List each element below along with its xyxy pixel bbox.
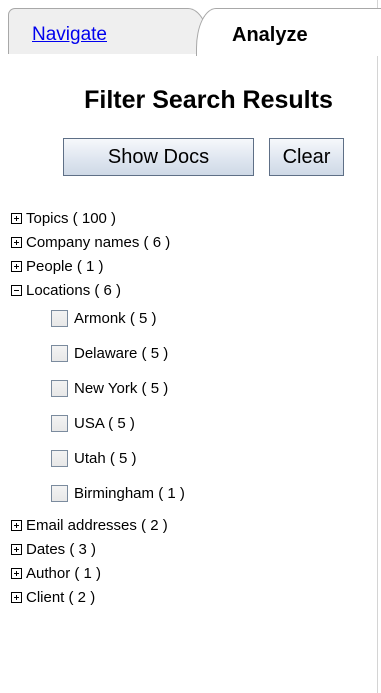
location-label: New York ( 5 ) xyxy=(74,380,169,397)
location-label: Birmingham ( 1 ) xyxy=(74,485,185,502)
location-label: Delaware ( 5 ) xyxy=(74,345,169,362)
checkbox[interactable] xyxy=(51,485,68,502)
tree-item-label: Email addresses ( 2 ) xyxy=(26,517,168,534)
clear-button[interactable]: Clear xyxy=(269,138,344,176)
tab-analyze[interactable]: Analyze xyxy=(196,8,381,56)
tab-analyze-label: Analyze xyxy=(232,24,308,46)
tree-item-label: Client ( 2 ) xyxy=(26,589,96,606)
tree-item-label: Topics ( 100 ) xyxy=(26,210,117,227)
expand-plus-icon[interactable] xyxy=(11,213,22,224)
expand-plus-icon[interactable] xyxy=(11,520,22,531)
tree-item-label: Company names ( 6 ) xyxy=(26,234,171,251)
expand-plus-icon[interactable] xyxy=(11,592,22,603)
checkbox[interactable] xyxy=(51,415,68,432)
expand-plus-icon[interactable] xyxy=(11,237,22,248)
checkbox[interactable] xyxy=(51,345,68,362)
tab-bar: Navigate Analyze xyxy=(0,0,381,56)
filter-panel: Navigate Analyze Filter Search Results S… xyxy=(0,0,381,693)
expand-plus-icon[interactable] xyxy=(11,544,22,555)
checkbox[interactable] xyxy=(51,450,68,467)
tab-navigate-link[interactable]: Navigate xyxy=(32,24,107,46)
tree-item-label: Dates ( 3 ) xyxy=(26,541,97,558)
show-docs-button[interactable]: Show Docs xyxy=(63,138,254,176)
location-label: USA ( 5 ) xyxy=(74,415,135,432)
expand-plus-icon[interactable] xyxy=(11,568,22,579)
collapse-minus-icon[interactable] xyxy=(11,285,22,296)
tree-item-label: Locations ( 6 ) xyxy=(26,282,122,299)
checkbox[interactable] xyxy=(51,380,68,397)
checkbox[interactable] xyxy=(51,310,68,327)
expand-plus-icon[interactable] xyxy=(11,261,22,272)
tab-navigate[interactable]: Navigate xyxy=(8,8,210,54)
location-label: Armonk ( 5 ) xyxy=(74,310,157,327)
location-label: Utah ( 5 ) xyxy=(74,450,137,467)
page-title: Filter Search Results xyxy=(84,86,333,114)
tree-item-label: Author ( 1 ) xyxy=(26,565,102,582)
tree-item-label: People ( 1 ) xyxy=(26,258,104,275)
